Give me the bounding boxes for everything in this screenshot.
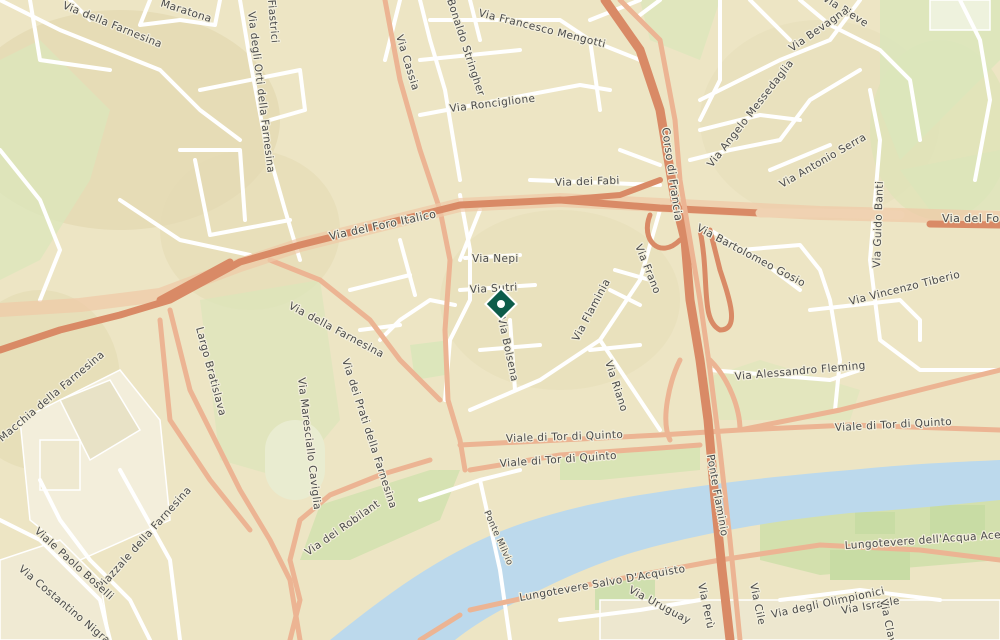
label-via-nepi: Via Nepi	[472, 253, 519, 265]
label-via-dei-fabi: Via dei Fabi	[555, 175, 620, 189]
label-via-del-foro-e: Via del Fo	[942, 212, 1000, 225]
map-canvas[interactable]: Via della Farnesina Maratona Via degli O…	[0, 0, 1000, 640]
label-via-sutri: Via Sutri	[470, 282, 518, 296]
map-svg: Via della Farnesina Maratona Via degli O…	[0, 0, 1000, 640]
